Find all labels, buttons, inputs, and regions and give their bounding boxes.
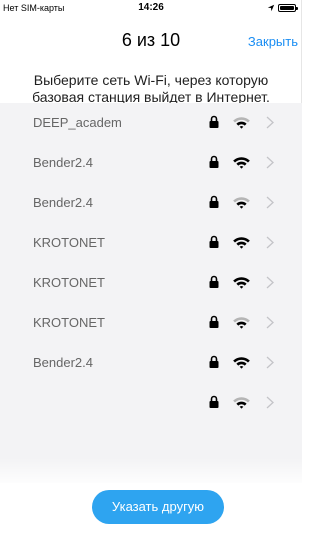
lock-icon	[209, 195, 219, 208]
lock-icon	[209, 395, 219, 408]
lock-icon	[209, 235, 219, 248]
wifi-network-row[interactable]: KROTONET	[0, 263, 302, 302]
network-ssid: KROTONET	[33, 275, 105, 290]
lock-icon	[209, 275, 219, 288]
status-icons	[267, 4, 298, 12]
chevron-right-icon	[266, 156, 274, 169]
location-arrow-icon	[267, 4, 275, 12]
wifi-signal-icon	[233, 197, 250, 209]
wifi-signal-icon	[233, 357, 250, 369]
lock-icon	[209, 115, 219, 128]
status-bar: Нет SIM-карты 14:26	[0, 0, 302, 20]
wifi-signal-icon	[233, 157, 250, 169]
battery-icon	[278, 4, 298, 12]
chevron-right-icon	[266, 116, 274, 129]
network-ssid: Bender2.4	[33, 155, 93, 170]
network-ssid: Bender2.4	[33, 195, 93, 210]
nav-bar: 6 из 10 Закрыть	[0, 24, 302, 60]
wifi-signal-icon	[233, 397, 250, 409]
wifi-signal-icon	[233, 237, 250, 249]
lock-icon	[209, 155, 219, 168]
lock-icon	[209, 315, 219, 328]
wifi-signal-icon	[233, 317, 250, 329]
chevron-right-icon	[266, 236, 274, 249]
wifi-network-list[interactable]: DEEP_academ Bender2.4 Bender2.4 KROTONET KRO…	[0, 103, 302, 483]
chevron-right-icon	[266, 276, 274, 289]
network-ssid: KROTONET	[33, 235, 105, 250]
wifi-selection-screen: Нет SIM-карты 14:26 6 из 10 Закрыть Выбе…	[0, 0, 302, 538]
wifi-network-row[interactable]: Bender2.4	[0, 343, 302, 382]
wifi-network-row[interactable]: Bender2.4	[0, 143, 302, 182]
wifi-signal-icon	[233, 277, 250, 289]
network-ssid: KROTONET	[33, 315, 105, 330]
chevron-right-icon	[266, 316, 274, 329]
network-ssid: DEEP_academ	[33, 115, 122, 130]
chevron-right-icon	[266, 396, 274, 409]
chevron-right-icon	[266, 196, 274, 209]
wifi-network-row[interactable]: KROTONET	[0, 303, 302, 342]
wifi-network-row[interactable]	[0, 383, 302, 422]
chevron-right-icon	[266, 356, 274, 369]
instruction-text: Выберите сеть Wi-Fi, через которую базов…	[32, 72, 270, 105]
lock-icon	[209, 355, 219, 368]
network-ssid: Bender2.4	[33, 355, 93, 370]
close-button[interactable]: Закрыть	[248, 34, 298, 49]
wifi-network-row[interactable]: KROTONET	[0, 223, 302, 262]
wifi-network-row[interactable]: Bender2.4	[0, 183, 302, 222]
status-time: 14:26	[138, 2, 164, 13]
specify-other-network-button[interactable]: Указать другую	[92, 490, 224, 524]
wifi-network-row[interactable]: DEEP_academ	[0, 103, 302, 142]
wifi-signal-icon	[233, 117, 250, 129]
